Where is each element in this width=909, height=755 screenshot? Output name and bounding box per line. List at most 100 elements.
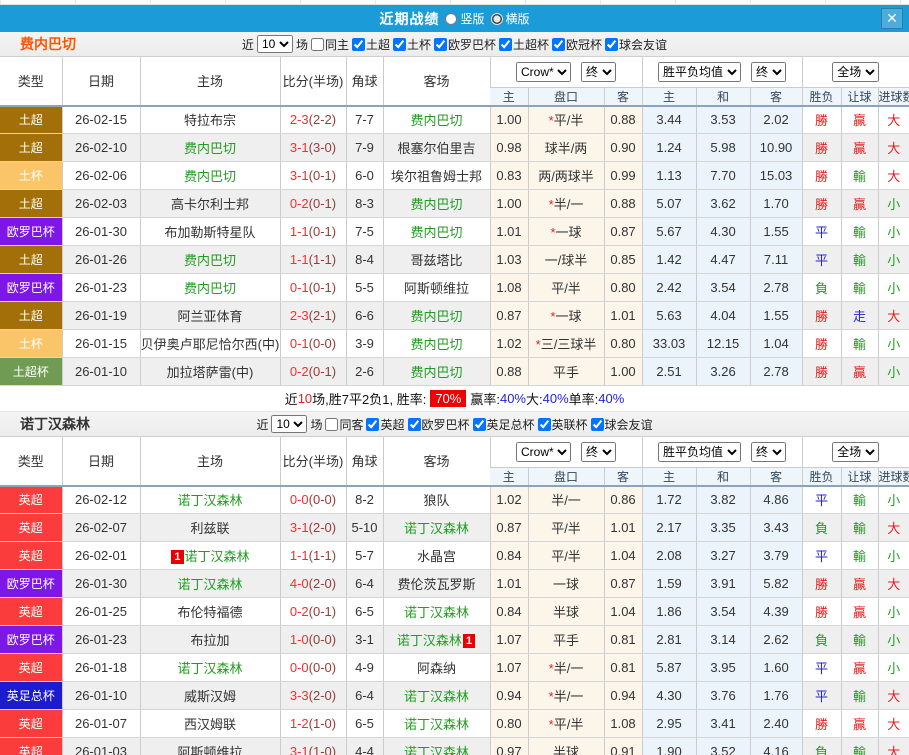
match-count-select[interactable]: 10 xyxy=(256,35,293,53)
league-checkbox[interactable]: 球会友谊 xyxy=(590,416,653,433)
league-checkbox[interactable]: 球会友谊 xyxy=(605,36,667,53)
column-header: 类型 xyxy=(0,57,62,107)
date-cell: 26-01-30 xyxy=(61,217,140,246)
result-handicap-cell: 輸 xyxy=(840,513,879,542)
same-venue-input[interactable] xyxy=(325,417,339,431)
average-select[interactable]: 胜平负均值 xyxy=(658,61,742,82)
league-checkbox-input[interactable] xyxy=(605,37,619,51)
corner-cell: 6-5 xyxy=(345,709,383,738)
result-wdl-cell: 勝 xyxy=(801,357,842,386)
table-row: 土超 26-01-19 阿兰亚体育 2-3(2-1) 6-6 费内巴切 0.87 *一球 1.0… xyxy=(0,301,909,330)
layout-radio-horizontal[interactable]: 横版 xyxy=(490,10,530,27)
league-checkbox[interactable]: 土超 xyxy=(351,36,390,53)
away-team-cell: 费内巴切 xyxy=(382,217,490,246)
table-row: 土杯 26-02-06 费内巴切 3-1(0-1) 6-0 埃尔祖鲁姆士邦 0.83 两/两球… xyxy=(0,161,909,190)
league-checkbox-input[interactable] xyxy=(434,37,447,51)
avg-draw-cell: 5.98 xyxy=(695,133,751,162)
league-checkbox[interactable]: 欧罗巴杯 xyxy=(434,36,496,53)
handicap-cell: 平手 xyxy=(527,625,604,654)
league-checkbox[interactable]: 欧冠杯 xyxy=(552,36,602,53)
league-checkbox-input[interactable] xyxy=(537,417,551,431)
scope-select[interactable]: 全场 xyxy=(832,61,880,82)
date-cell: 26-01-03 xyxy=(61,737,140,755)
final-select[interactable]: 终 xyxy=(581,61,617,82)
bookmaker-select[interactable]: Crow* xyxy=(516,61,572,82)
league-checkbox-input[interactable] xyxy=(590,417,604,431)
match-count-select[interactable]: 10 xyxy=(271,415,308,433)
halftime-score: (0-0) xyxy=(308,660,337,675)
league-checkbox-input[interactable] xyxy=(366,417,380,431)
league-checkbox-input[interactable] xyxy=(499,37,513,51)
average-select[interactable]: 胜平负均值 xyxy=(658,441,742,462)
column-header: 比分(半场) xyxy=(279,437,346,487)
handicap-cell: *一球 xyxy=(527,217,604,246)
league-checkbox[interactable]: 欧罗巴杯 xyxy=(407,416,470,433)
avg-home-cell: 2.42 xyxy=(641,273,697,302)
same-venue-checkbox[interactable]: 同主 xyxy=(310,36,349,53)
corner-cell: 7-7 xyxy=(345,105,383,134)
date-cell: 26-01-07 xyxy=(61,709,140,738)
vertical-radio-input[interactable] xyxy=(445,12,458,25)
scope-select[interactable]: 全场 xyxy=(832,441,880,462)
league-checkbox[interactable]: 土超杯 xyxy=(499,36,549,53)
avg-home-cell: 2.81 xyxy=(641,625,697,654)
league-type-cell: 英超 xyxy=(0,513,62,542)
avg-home-cell: 2.17 xyxy=(641,513,697,542)
close-button[interactable]: ✕ xyxy=(881,8,903,29)
league-type-cell: 英超 xyxy=(0,737,62,755)
summary-text: 40% xyxy=(598,391,625,406)
near-label: 近 xyxy=(256,417,269,432)
table-row: 土超 26-02-15 特拉布宗 2-3(2-2) 7-7 费内巴切 1.00 *平/半 0.8… xyxy=(0,105,909,134)
sections-container: 费内巴切近 10 场同主 土超 土杯 欧罗巴杯 土超杯 欧冠杯 球会友谊 类型 日期 主场 比分(半场)… xyxy=(0,32,909,755)
final-select[interactable]: 终 xyxy=(581,441,617,462)
halftime-score: (0-1) xyxy=(308,604,337,619)
league-checkbox-input[interactable] xyxy=(351,37,365,51)
home-team-cell: 阿兰亚体育 xyxy=(139,301,280,330)
column-header: 日期 xyxy=(61,57,140,107)
layout-radio-vertical[interactable]: 竖版 xyxy=(445,10,485,27)
halftime-score: (0-1) xyxy=(308,280,337,295)
final-select[interactable]: 终 xyxy=(751,61,787,82)
final-select[interactable]: 终 xyxy=(751,441,787,462)
score-cell: 1-1(1-1) xyxy=(279,541,346,570)
home-team-name: 费内巴切 xyxy=(183,141,236,156)
league-checkbox-input[interactable] xyxy=(552,37,566,51)
away-odds-cell: 1.01 xyxy=(603,513,643,542)
home-team-cell: 费内巴切 xyxy=(139,273,280,302)
home-odds-cell: 1.01 xyxy=(489,569,528,598)
same-venue-input[interactable] xyxy=(310,37,324,51)
fulltime-score: 1-1 xyxy=(289,252,309,267)
avg-away-cell: 3.79 xyxy=(749,541,803,570)
result-goals-cell: 大 xyxy=(877,681,909,710)
league-checkbox-input[interactable] xyxy=(392,37,406,51)
same-venue-checkbox[interactable]: 同客 xyxy=(325,416,363,433)
league-checkbox-label: 英联杯 xyxy=(551,417,588,432)
away-team-name: 埃尔祖鲁姆士邦 xyxy=(390,169,482,184)
summary-text: 近 xyxy=(284,392,298,407)
away-team-cell: 费内巴切 xyxy=(382,357,490,386)
league-checkbox[interactable]: 英足总杯 xyxy=(472,416,535,433)
league-checkbox[interactable]: 英超 xyxy=(366,416,405,433)
bookmaker-select[interactable]: Crow* xyxy=(516,441,572,462)
away-odds-cell: 0.91 xyxy=(603,737,643,755)
league-type-cell: 土超 xyxy=(0,105,62,134)
result-wdl-cell: 負 xyxy=(801,737,842,755)
avg-away-cell: 1.60 xyxy=(749,653,803,682)
avg-draw-cell: 3.53 xyxy=(695,105,751,134)
result-goals-cell: 小 xyxy=(877,273,909,302)
home-odds-cell: 0.94 xyxy=(489,681,528,710)
horizontal-radio-input[interactable] xyxy=(490,12,503,25)
league-checkbox[interactable]: 英联杯 xyxy=(537,416,588,433)
league-checkbox[interactable]: 土杯 xyxy=(392,36,431,53)
league-checkbox-input[interactable] xyxy=(472,417,486,431)
date-cell: 26-01-26 xyxy=(61,245,140,274)
league-checkbox-input[interactable] xyxy=(407,417,421,431)
home-team-name: 阿兰亚体育 xyxy=(177,309,243,324)
avg-draw-cell: 3.41 xyxy=(695,709,751,738)
result-handicap-cell: 贏 xyxy=(840,133,879,162)
table-row: 英超 26-01-18 诺丁汉森林 0-0(0-0) 4-9 阿森纳 1.07 *半/一 0.8… xyxy=(0,653,909,682)
halftime-score: (2-0) xyxy=(308,520,337,535)
avg-home-cell: 2.95 xyxy=(641,709,697,738)
avg-away-cell: 5.82 xyxy=(749,569,803,598)
panel-title: 近期战绩 xyxy=(379,10,440,27)
